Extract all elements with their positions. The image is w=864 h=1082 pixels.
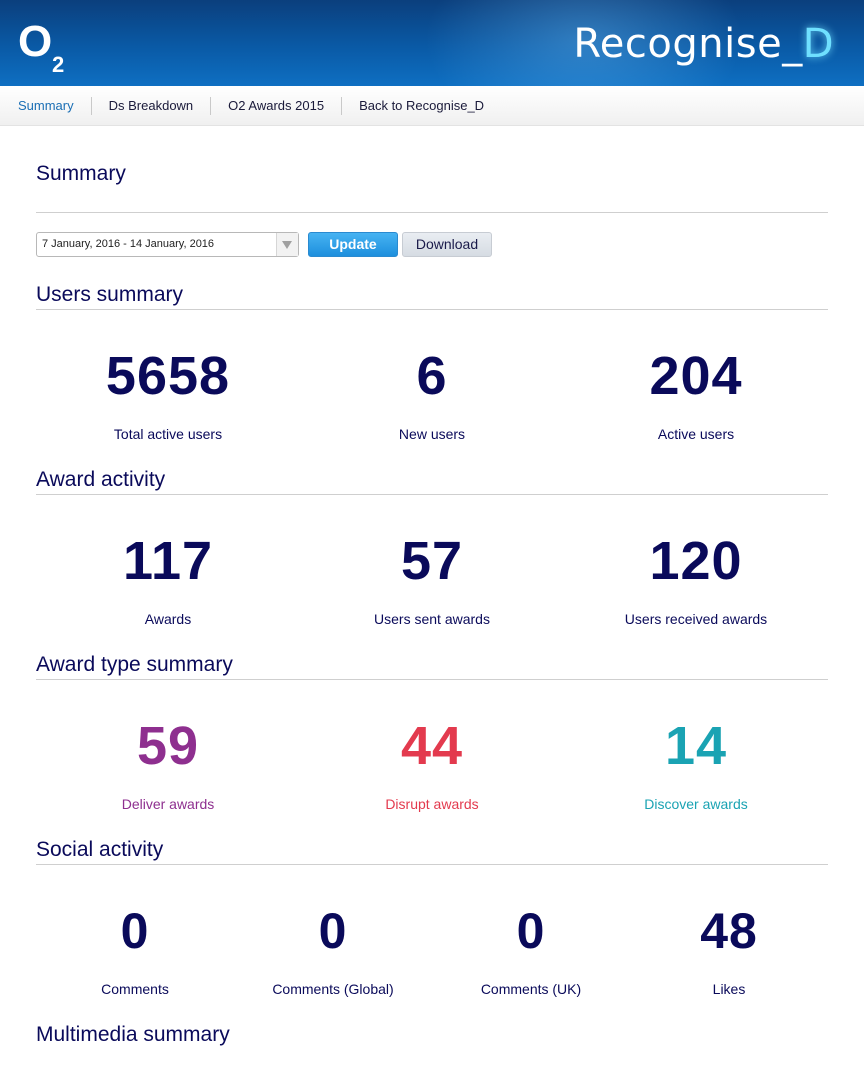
stat-awards: 117 Awards xyxy=(36,495,300,627)
stat-disrupt-awards: 44 Disrupt awards xyxy=(300,680,564,812)
stat-new-users: 6 New users xyxy=(300,310,564,442)
stat-value: 0 xyxy=(120,903,150,959)
stat-value: 57 xyxy=(400,531,464,591)
stat-label: Awards xyxy=(144,611,192,627)
stat-value: 120 xyxy=(649,531,743,591)
social-activity-section: Social activity 0 Comments 0 Comments (G… xyxy=(36,812,828,997)
stat-value: 5658 xyxy=(105,346,231,406)
social-stats: 0 Comments 0 Comments (Global) 0 Comment… xyxy=(36,865,828,997)
divider xyxy=(36,212,828,213)
stat-value: 6 xyxy=(416,346,448,406)
date-range-value: 7 January, 2016 - 14 January, 2016 xyxy=(42,237,215,250)
update-button[interactable]: Update xyxy=(308,231,398,257)
stat-label: Deliver awards xyxy=(121,796,215,812)
top-nav: Summary Ds Breakdown O2 Awards 2015 Back… xyxy=(0,86,864,126)
section-title-multimedia-summary: Multimedia summary xyxy=(36,1023,230,1046)
stat-value: 14 xyxy=(664,716,728,776)
stat-value: 0 xyxy=(516,903,546,959)
stat-users-sent-awards: 57 Users sent awards xyxy=(300,495,564,627)
stat-comments-uk: 0 Comments (UK) xyxy=(432,865,630,997)
nav-item-ds-breakdown[interactable]: Ds Breakdown xyxy=(90,96,211,115)
nav-item-back-to-recognise[interactable]: Back to Recognise_D xyxy=(341,96,501,115)
date-controls: 7 January, 2016 - 14 January, 2016 Updat… xyxy=(36,231,828,257)
stat-label: New users xyxy=(398,426,466,442)
o2-logo[interactable]: O 2 xyxy=(18,17,64,78)
date-range-select[interactable]: 7 January, 2016 - 14 January, 2016 xyxy=(36,231,299,257)
stat-label: Active users xyxy=(657,426,735,442)
stat-total-active-users: 5658 Total active users xyxy=(36,310,300,442)
users-stats: 5658 Total active users 6 New users 204 … xyxy=(36,310,828,442)
section-title-summary: Summary xyxy=(36,162,126,185)
brand-main: Recognise_ xyxy=(573,21,803,67)
logo-letter: O xyxy=(18,17,53,66)
app-header: O 2 Recognise_D xyxy=(0,0,864,86)
stat-discover-awards: 14 Discover awards xyxy=(564,680,828,812)
award-type-summary-section: Award type summary 59 Deliver awards 44 … xyxy=(36,627,828,812)
stat-label: Disrupt awards xyxy=(385,796,479,812)
stat-deliver-awards: 59 Deliver awards xyxy=(36,680,300,812)
stat-value: 59 xyxy=(136,716,200,776)
stat-label: Users sent awards xyxy=(374,611,490,627)
nav-item-summary[interactable]: Summary xyxy=(18,97,91,115)
award-activity-stats: 117 Awards 57 Users sent awards 120 User… xyxy=(36,495,828,627)
users-summary-section: Users summary 5658 Total active users 6 … xyxy=(36,257,828,442)
stat-likes: 48 Likes xyxy=(630,865,828,997)
stat-label: Total active users xyxy=(113,426,223,442)
stat-label: Discover awards xyxy=(644,796,748,812)
logo-subscript: 2 xyxy=(52,52,65,77)
chevron-down-icon xyxy=(282,240,292,249)
stat-label: Users received awards xyxy=(624,611,768,627)
nav-item-o2-awards-2015[interactable]: O2 Awards 2015 xyxy=(210,96,341,115)
stat-comments: 0 Comments xyxy=(36,865,234,997)
stat-active-users: 204 Active users xyxy=(564,310,828,442)
summary-section: Summary 7 January, 2016 - 14 January, 20… xyxy=(36,126,828,257)
brand-accent: D xyxy=(802,21,834,67)
stat-label: Comments (Global) xyxy=(272,981,394,997)
award-type-stats: 59 Deliver awards 44 Disrupt awards 14 D… xyxy=(36,680,828,812)
multimedia-summary-section: Multimedia summary xyxy=(36,997,828,1063)
stat-label: Comments (UK) xyxy=(480,981,582,997)
app-brand-title: Recognise_D xyxy=(573,20,834,68)
stat-comments-global: 0 Comments (Global) xyxy=(234,865,432,997)
award-activity-section: Award activity 117 Awards 57 Users sent … xyxy=(36,442,828,627)
stat-value: 204 xyxy=(649,346,743,406)
download-button[interactable]: Download xyxy=(402,231,492,257)
stat-label: Comments xyxy=(101,981,169,997)
stat-value: 44 xyxy=(400,716,464,776)
stat-label: Likes xyxy=(712,981,746,997)
stat-value: 117 xyxy=(122,531,214,591)
dropdown-toggle[interactable] xyxy=(276,232,298,256)
stat-value: 0 xyxy=(318,903,348,959)
stat-users-received-awards: 120 Users received awards xyxy=(564,495,828,627)
stat-value: 48 xyxy=(700,903,758,959)
main-content: Summary 7 January, 2016 - 14 January, 20… xyxy=(36,126,828,1063)
